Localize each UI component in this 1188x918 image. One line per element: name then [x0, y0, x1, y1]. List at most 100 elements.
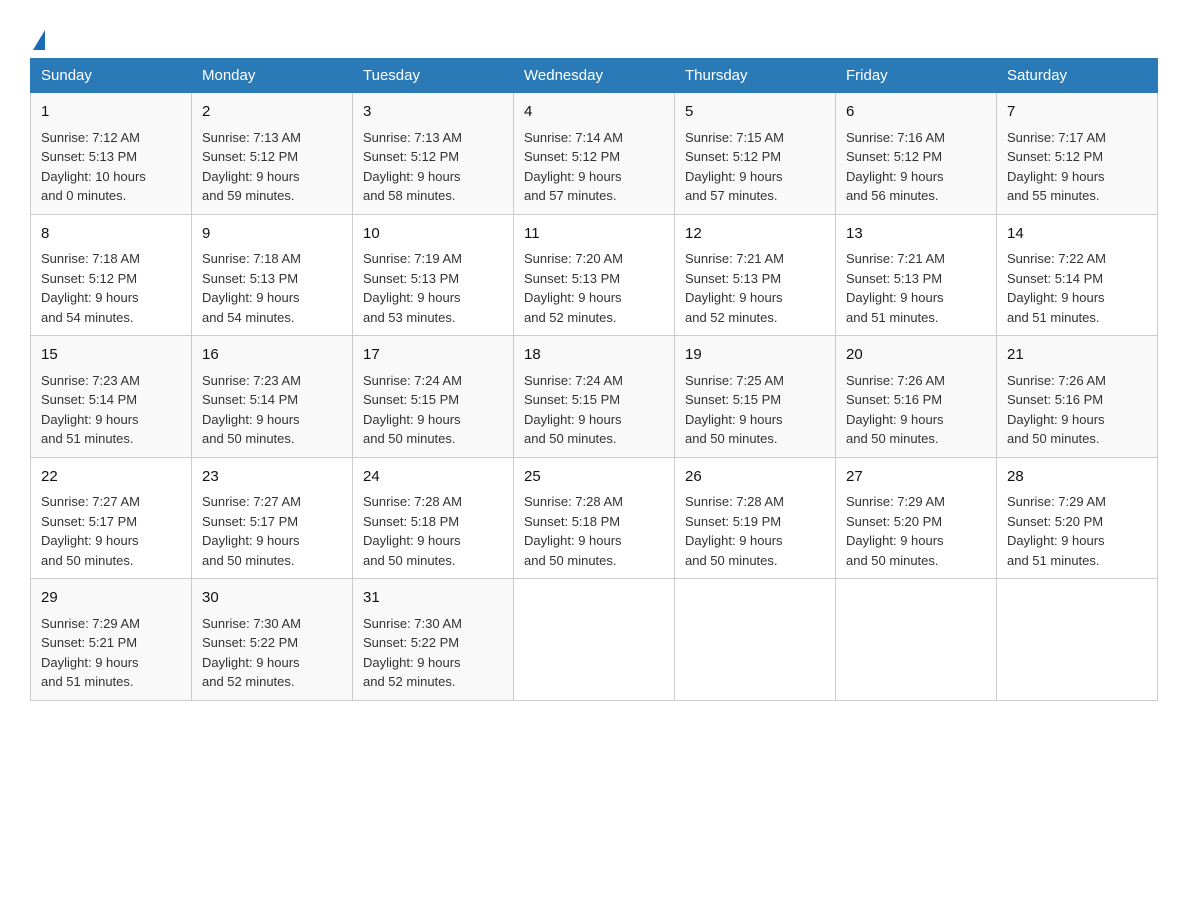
calendar-week-row: 29 Sunrise: 7:29 AMSunset: 5:21 PMDaylig…	[31, 579, 1158, 701]
day-info: Sunrise: 7:29 AMSunset: 5:20 PMDaylight:…	[1007, 492, 1147, 570]
day-info: Sunrise: 7:24 AMSunset: 5:15 PMDaylight:…	[363, 371, 503, 449]
day-number: 20	[846, 344, 986, 367]
day-number: 26	[685, 466, 825, 489]
calendar-cell: 17 Sunrise: 7:24 AMSunset: 5:15 PMDaylig…	[353, 336, 514, 458]
day-number: 23	[202, 466, 342, 489]
day-info: Sunrise: 7:30 AMSunset: 5:22 PMDaylight:…	[202, 614, 342, 692]
day-info: Sunrise: 7:12 AMSunset: 5:13 PMDaylight:…	[41, 128, 181, 206]
day-number: 28	[1007, 466, 1147, 489]
calendar-cell: 3 Sunrise: 7:13 AMSunset: 5:12 PMDayligh…	[353, 93, 514, 215]
calendar-cell: 24 Sunrise: 7:28 AMSunset: 5:18 PMDaylig…	[353, 457, 514, 579]
header-saturday: Saturday	[997, 59, 1158, 93]
calendar-cell: 2 Sunrise: 7:13 AMSunset: 5:12 PMDayligh…	[192, 93, 353, 215]
calendar-cell	[836, 579, 997, 701]
calendar-cell: 21 Sunrise: 7:26 AMSunset: 5:16 PMDaylig…	[997, 336, 1158, 458]
day-info: Sunrise: 7:28 AMSunset: 5:18 PMDaylight:…	[524, 492, 664, 570]
day-info: Sunrise: 7:29 AMSunset: 5:21 PMDaylight:…	[41, 614, 181, 692]
day-number: 15	[41, 344, 181, 367]
header-thursday: Thursday	[675, 59, 836, 93]
day-number: 10	[363, 223, 503, 246]
calendar-cell: 18 Sunrise: 7:24 AMSunset: 5:15 PMDaylig…	[514, 336, 675, 458]
day-number: 11	[524, 223, 664, 246]
logo	[30, 28, 45, 48]
day-info: Sunrise: 7:27 AMSunset: 5:17 PMDaylight:…	[202, 492, 342, 570]
calendar-header-row: SundayMondayTuesdayWednesdayThursdayFrid…	[31, 59, 1158, 93]
header-sunday: Sunday	[31, 59, 192, 93]
calendar-cell: 25 Sunrise: 7:28 AMSunset: 5:18 PMDaylig…	[514, 457, 675, 579]
calendar-cell: 27 Sunrise: 7:29 AMSunset: 5:20 PMDaylig…	[836, 457, 997, 579]
day-info: Sunrise: 7:29 AMSunset: 5:20 PMDaylight:…	[846, 492, 986, 570]
logo-triangle-icon	[33, 30, 45, 50]
header-tuesday: Tuesday	[353, 59, 514, 93]
calendar-cell: 9 Sunrise: 7:18 AMSunset: 5:13 PMDayligh…	[192, 214, 353, 336]
page-header	[30, 20, 1158, 48]
day-number: 25	[524, 466, 664, 489]
calendar-cell: 12 Sunrise: 7:21 AMSunset: 5:13 PMDaylig…	[675, 214, 836, 336]
day-info: Sunrise: 7:21 AMSunset: 5:13 PMDaylight:…	[685, 249, 825, 327]
day-info: Sunrise: 7:20 AMSunset: 5:13 PMDaylight:…	[524, 249, 664, 327]
calendar-cell	[997, 579, 1158, 701]
day-info: Sunrise: 7:21 AMSunset: 5:13 PMDaylight:…	[846, 249, 986, 327]
day-info: Sunrise: 7:23 AMSunset: 5:14 PMDaylight:…	[41, 371, 181, 449]
day-info: Sunrise: 7:18 AMSunset: 5:12 PMDaylight:…	[41, 249, 181, 327]
day-info: Sunrise: 7:30 AMSunset: 5:22 PMDaylight:…	[363, 614, 503, 692]
day-number: 13	[846, 223, 986, 246]
calendar-cell: 4 Sunrise: 7:14 AMSunset: 5:12 PMDayligh…	[514, 93, 675, 215]
calendar-cell: 14 Sunrise: 7:22 AMSunset: 5:14 PMDaylig…	[997, 214, 1158, 336]
calendar-cell: 20 Sunrise: 7:26 AMSunset: 5:16 PMDaylig…	[836, 336, 997, 458]
day-info: Sunrise: 7:22 AMSunset: 5:14 PMDaylight:…	[1007, 249, 1147, 327]
day-number: 27	[846, 466, 986, 489]
day-number: 8	[41, 223, 181, 246]
day-info: Sunrise: 7:13 AMSunset: 5:12 PMDaylight:…	[363, 128, 503, 206]
calendar-cell: 15 Sunrise: 7:23 AMSunset: 5:14 PMDaylig…	[31, 336, 192, 458]
calendar-cell: 16 Sunrise: 7:23 AMSunset: 5:14 PMDaylig…	[192, 336, 353, 458]
header-friday: Friday	[836, 59, 997, 93]
day-number: 19	[685, 344, 825, 367]
day-number: 24	[363, 466, 503, 489]
day-number: 1	[41, 101, 181, 124]
calendar-cell: 1 Sunrise: 7:12 AMSunset: 5:13 PMDayligh…	[31, 93, 192, 215]
calendar-cell	[514, 579, 675, 701]
calendar-week-row: 8 Sunrise: 7:18 AMSunset: 5:12 PMDayligh…	[31, 214, 1158, 336]
day-number: 21	[1007, 344, 1147, 367]
calendar-cell: 30 Sunrise: 7:30 AMSunset: 5:22 PMDaylig…	[192, 579, 353, 701]
calendar-cell: 5 Sunrise: 7:15 AMSunset: 5:12 PMDayligh…	[675, 93, 836, 215]
day-number: 22	[41, 466, 181, 489]
day-number: 2	[202, 101, 342, 124]
day-info: Sunrise: 7:25 AMSunset: 5:15 PMDaylight:…	[685, 371, 825, 449]
day-info: Sunrise: 7:14 AMSunset: 5:12 PMDaylight:…	[524, 128, 664, 206]
day-info: Sunrise: 7:16 AMSunset: 5:12 PMDaylight:…	[846, 128, 986, 206]
day-number: 12	[685, 223, 825, 246]
day-number: 31	[363, 587, 503, 610]
day-number: 18	[524, 344, 664, 367]
calendar-table: SundayMondayTuesdayWednesdayThursdayFrid…	[30, 58, 1158, 701]
day-number: 4	[524, 101, 664, 124]
day-number: 29	[41, 587, 181, 610]
calendar-week-row: 22 Sunrise: 7:27 AMSunset: 5:17 PMDaylig…	[31, 457, 1158, 579]
day-info: Sunrise: 7:26 AMSunset: 5:16 PMDaylight:…	[846, 371, 986, 449]
day-info: Sunrise: 7:19 AMSunset: 5:13 PMDaylight:…	[363, 249, 503, 327]
day-number: 6	[846, 101, 986, 124]
day-number: 9	[202, 223, 342, 246]
header-wednesday: Wednesday	[514, 59, 675, 93]
day-number: 7	[1007, 101, 1147, 124]
calendar-week-row: 15 Sunrise: 7:23 AMSunset: 5:14 PMDaylig…	[31, 336, 1158, 458]
calendar-cell	[675, 579, 836, 701]
calendar-cell: 6 Sunrise: 7:16 AMSunset: 5:12 PMDayligh…	[836, 93, 997, 215]
day-number: 17	[363, 344, 503, 367]
day-number: 5	[685, 101, 825, 124]
calendar-cell: 29 Sunrise: 7:29 AMSunset: 5:21 PMDaylig…	[31, 579, 192, 701]
day-info: Sunrise: 7:23 AMSunset: 5:14 PMDaylight:…	[202, 371, 342, 449]
day-info: Sunrise: 7:28 AMSunset: 5:18 PMDaylight:…	[363, 492, 503, 570]
day-info: Sunrise: 7:28 AMSunset: 5:19 PMDaylight:…	[685, 492, 825, 570]
calendar-cell: 11 Sunrise: 7:20 AMSunset: 5:13 PMDaylig…	[514, 214, 675, 336]
header-monday: Monday	[192, 59, 353, 93]
day-info: Sunrise: 7:27 AMSunset: 5:17 PMDaylight:…	[41, 492, 181, 570]
day-info: Sunrise: 7:15 AMSunset: 5:12 PMDaylight:…	[685, 128, 825, 206]
calendar-cell: 13 Sunrise: 7:21 AMSunset: 5:13 PMDaylig…	[836, 214, 997, 336]
calendar-cell: 7 Sunrise: 7:17 AMSunset: 5:12 PMDayligh…	[997, 93, 1158, 215]
calendar-cell: 22 Sunrise: 7:27 AMSunset: 5:17 PMDaylig…	[31, 457, 192, 579]
calendar-cell: 19 Sunrise: 7:25 AMSunset: 5:15 PMDaylig…	[675, 336, 836, 458]
calendar-cell: 8 Sunrise: 7:18 AMSunset: 5:12 PMDayligh…	[31, 214, 192, 336]
day-info: Sunrise: 7:24 AMSunset: 5:15 PMDaylight:…	[524, 371, 664, 449]
